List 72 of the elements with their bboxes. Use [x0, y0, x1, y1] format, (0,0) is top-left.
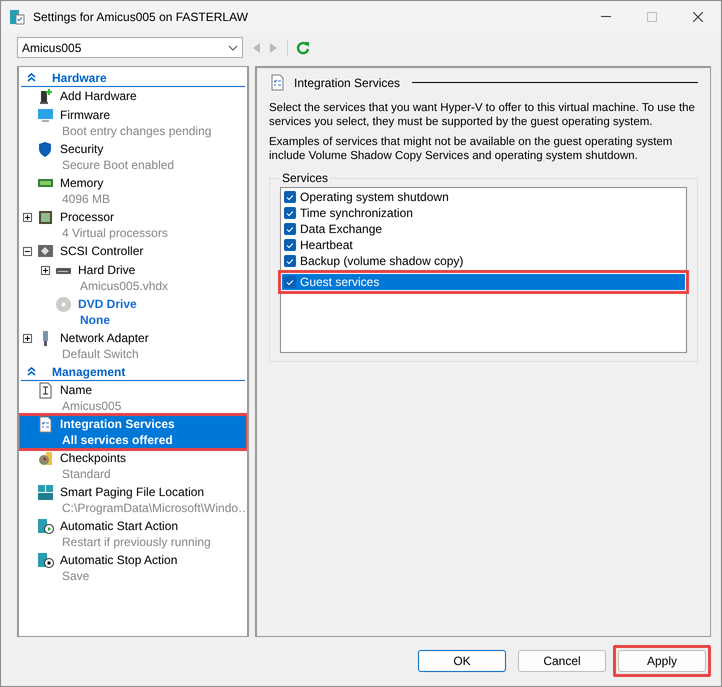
sidebar-item[interactable]: Automatic Start Action Restart if previously running — [19, 517, 247, 551]
expand-icon[interactable] — [40, 266, 50, 275]
sidebar-item[interactable]: Hard Drive Amicus005.vhdx — [37, 261, 247, 295]
checkmark-icon — [286, 258, 294, 264]
description-text: Examples of services that might not be available on the guest operating system include Volume Shadow Copy Services and operating system shutdown. — [269, 135, 674, 163]
name-icon — [37, 382, 54, 399]
sidebar-item[interactable]: SCSI Controller — [19, 242, 247, 261]
expand-icon[interactable] — [22, 334, 32, 343]
service-label: Operating system shutdown — [300, 190, 449, 204]
checkpoint-icon — [37, 450, 54, 467]
checklist-icon — [37, 416, 54, 433]
sidebar-item[interactable]: Add Hardware — [19, 87, 247, 106]
checkmark-icon — [286, 226, 294, 232]
chevron-icon — [228, 44, 238, 50]
panel-title: Integration Services — [294, 76, 400, 90]
dialog-button[interactable]: Apply — [618, 650, 706, 672]
sidebar-item[interactable]: Automatic Stop Action Save — [19, 551, 247, 585]
checkbox[interactable] — [284, 223, 296, 235]
section-header: Management — [52, 364, 126, 378]
checkbox[interactable] — [284, 239, 296, 251]
window-title: Settings for Amicus005 on FASTERLAW — [33, 10, 249, 24]
checkbox[interactable] — [284, 255, 296, 267]
section-header: Hardware — [52, 70, 107, 84]
chip-icon — [37, 209, 54, 226]
sidebar-item[interactable]: Integration Services All services offered — [19, 415, 247, 449]
sidebar-item[interactable]: DVD Drive None — [37, 295, 247, 329]
checkbox[interactable] — [284, 191, 296, 203]
expand-icon[interactable] — [22, 213, 32, 222]
dialog-button[interactable]: Cancel — [518, 650, 606, 672]
sidebar-item[interactable]: Processor 4 Virtual processors — [19, 208, 247, 242]
checkbox[interactable] — [284, 276, 296, 288]
group-label: Services — [281, 171, 330, 185]
sidebar-item[interactable]: Firmware Boot entry changes pending — [19, 106, 247, 140]
sidebar-item[interactable]: Network Adapter Default Switch — [19, 329, 247, 363]
checkbox[interactable] — [284, 207, 296, 219]
collapse-icon[interactable] — [22, 247, 32, 256]
disc-icon — [55, 296, 72, 313]
app-icon — [9, 9, 25, 25]
service-item[interactable]: Data Exchange — [282, 221, 685, 237]
stop-action-icon — [37, 552, 54, 569]
checkmark-icon — [286, 242, 294, 248]
sidebar-item[interactable]: Security Secure Boot enabled — [19, 140, 247, 174]
service-item[interactable]: Backup (volume shadow copy) — [282, 253, 685, 269]
service-label: Guest services — [300, 275, 380, 289]
checkmark-icon — [286, 278, 294, 286]
refresh-icon[interactable] — [296, 40, 310, 54]
paging-icon — [37, 484, 54, 501]
monitor-icon — [37, 107, 54, 124]
controller-icon — [37, 243, 54, 260]
service-label: Heartbeat — [300, 238, 353, 252]
vm-dropdown[interactable]: Amicus005 — [17, 37, 243, 58]
service-item[interactable]: Time synchronization — [282, 205, 685, 221]
checkmark-icon — [286, 210, 294, 216]
service-label: Time synchronization — [300, 206, 413, 220]
description-text: Select the services that you want Hyper-V to offer to this virtual machine. To use the services you select, they must be supported by the guest operating system. — [269, 101, 696, 129]
minimize-icon[interactable] — [601, 16, 611, 18]
shield-icon — [37, 141, 54, 158]
service-item[interactable]: Guest services — [282, 274, 685, 290]
dialog-button[interactable]: OK — [418, 650, 506, 672]
start-action-icon — [37, 518, 54, 535]
checkmark-icon — [286, 194, 294, 200]
add-hardware-icon — [37, 88, 54, 105]
sidebar-item[interactable]: Smart Paging File Location C:\ProgramData\Microsoft\Windo… — [19, 483, 247, 517]
sidebar-item[interactable]: Checkpoints Standard — [19, 449, 247, 483]
close-icon[interactable] — [693, 12, 703, 22]
sidebar-item[interactable]: Name Amicus005 — [19, 381, 247, 415]
checklist-icon — [269, 74, 286, 91]
service-item[interactable]: Operating system shutdown — [282, 189, 685, 205]
service-label: Backup (volume shadow copy) — [300, 254, 464, 268]
service-item[interactable]: Heartbeat — [282, 237, 685, 253]
service-label: Data Exchange — [300, 222, 382, 236]
sidebar-item[interactable]: Memory 4096 MB — [19, 174, 247, 208]
